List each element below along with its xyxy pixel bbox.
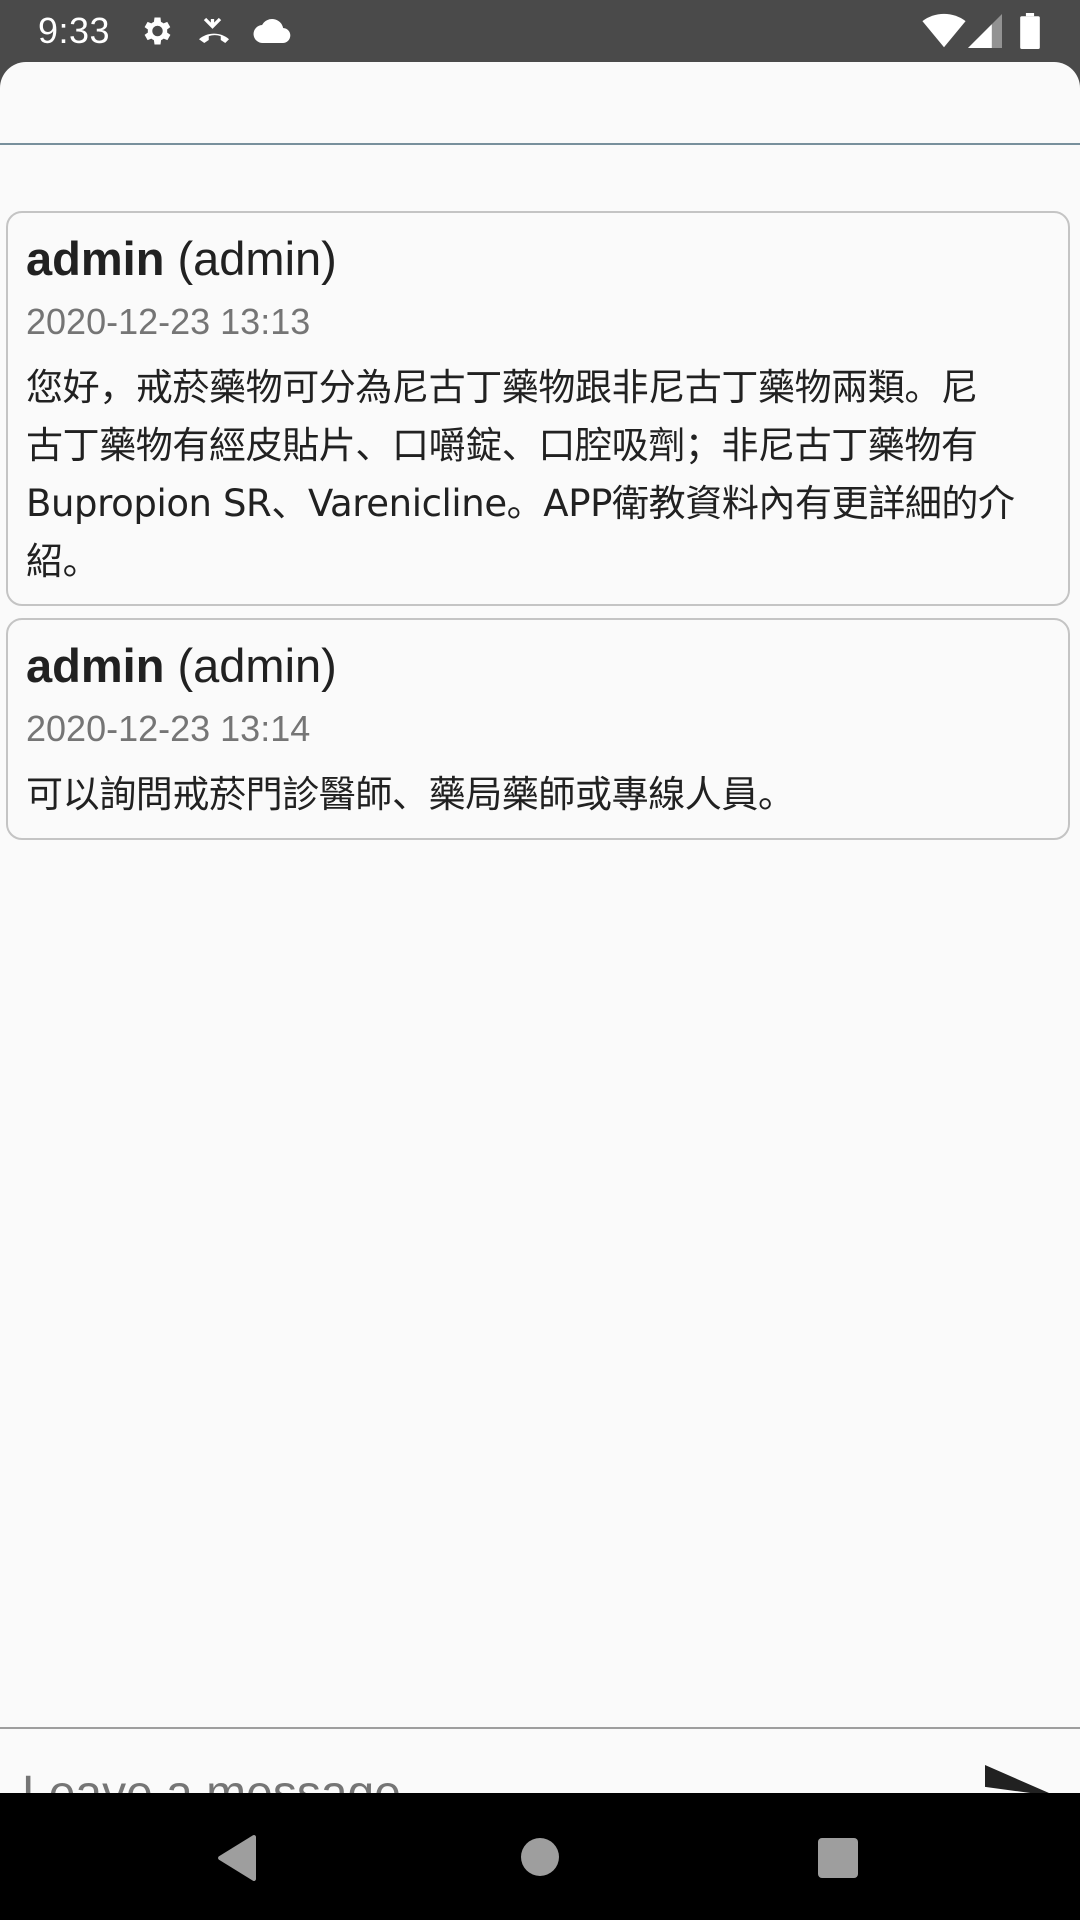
author-name: admin [26,232,165,285]
message-line: 您好，戒菸藥物可分為尼古丁藥物跟非尼古丁藥物兩類。尼 [26,366,978,409]
gear-icon [138,13,174,53]
message-timestamp: 2020-12-23 13:14 [26,708,311,749]
author-name: admin [26,639,165,692]
home-button[interactable] [519,1836,561,1882]
cell-signal-icon [968,13,1002,53]
back-icon [218,1835,256,1881]
message-line: 紹。 [26,540,100,583]
author-role: (admin) [177,639,337,692]
send-icon [985,1765,1049,1793]
chat-sheet: admin (admin) 2020-12-23 13:13 您好，戒菸藥物可分… [0,62,1080,1793]
message-composer [0,1727,1080,1793]
recents-button[interactable] [817,1837,859,1883]
recents-icon [818,1838,858,1878]
message-line: 可以詢問戒菸門診醫師、藥局藥師或專線人員。 [26,773,795,816]
message-author: admin (admin) [26,638,337,693]
home-icon [521,1838,559,1876]
wifi-icon [922,13,966,53]
message-line: 古丁藥物有經皮貼片、口嚼錠、口腔吸劑；非尼古丁藥物有 [26,424,978,467]
status-bar: 9:33 [0,0,1080,62]
missed-call-icon [194,13,234,53]
message-line: Bupropion SR、Varenicline。APP衛教資料內有更詳細的介 [26,482,1015,525]
system-nav-bar [0,1793,1080,1920]
message-input[interactable] [22,1751,942,1793]
message-body: 可以詢問戒菸門診醫師、藥局藥師或專線人員。 [26,766,1056,824]
message-timestamp: 2020-12-23 13:13 [26,301,311,342]
cloud-icon [252,13,292,53]
author-role: (admin) [177,232,337,285]
message-card: admin (admin) 2020-12-23 13:13 您好，戒菸藥物可分… [6,211,1070,606]
message-body: 您好，戒菸藥物可分為尼古丁藥物跟非尼古丁藥物兩類。尼 古丁藥物有經皮貼片、口嚼錠… [26,359,1056,591]
status-time: 9:33 [38,10,111,51]
send-button[interactable] [985,1765,1049,1793]
back-button[interactable] [216,1835,258,1885]
battery-icon [1018,13,1042,53]
message-card: admin (admin) 2020-12-23 13:14 可以詢問戒菸門診醫… [6,618,1070,840]
message-author: admin (admin) [26,231,337,286]
sheet-header [0,62,1080,145]
